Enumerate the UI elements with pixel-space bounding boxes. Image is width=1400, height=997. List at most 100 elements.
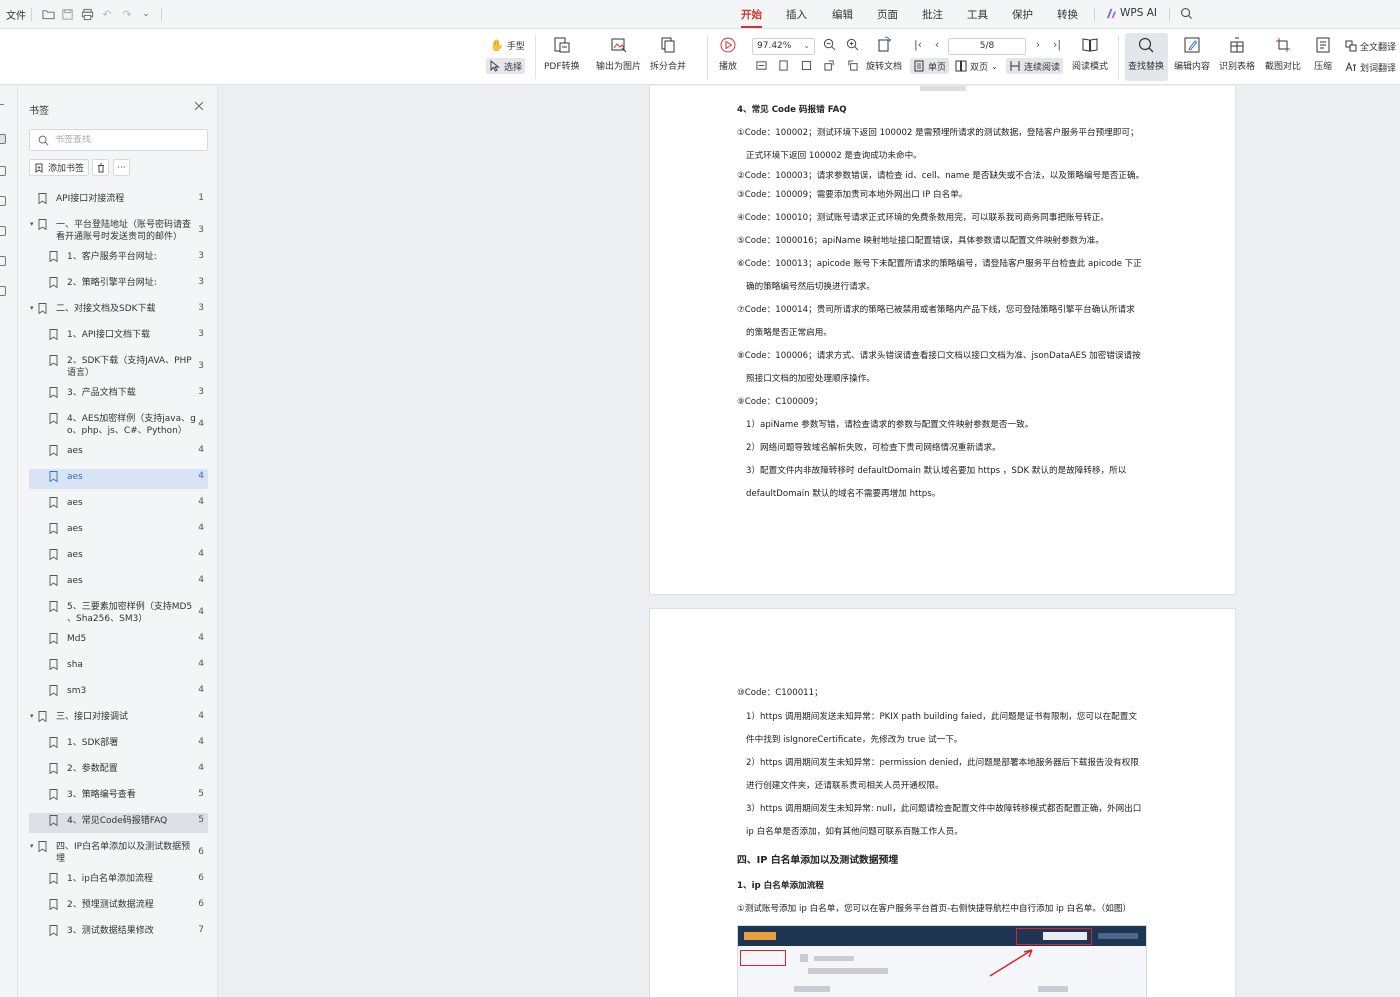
fit-page-icon[interactable] <box>776 60 790 76</box>
tab-tools[interactable]: 工具 <box>967 7 988 22</box>
rotate-left-icon[interactable] <box>822 60 836 76</box>
delete-bookmark-button[interactable] <box>92 159 109 176</box>
bookmark-item[interactable]: 1、ip白名单添加流程 6 <box>29 871 208 891</box>
divider <box>1094 8 1095 21</box>
bookmark-item[interactable]: ▾ 二、对接文档及SDK下载 3 <box>29 301 208 321</box>
hand-tool-button[interactable]: ✋ 手型 <box>490 37 525 53</box>
next-page-icon[interactable]: › <box>1031 38 1045 54</box>
bookmark-item[interactable]: ▾ 四、IP白名单添加以及测试数据预埋 6 <box>29 839 208 869</box>
bookmark-item[interactable]: 1、客户服务平台网址: 3 <box>29 249 208 269</box>
bookmark-item[interactable]: 3、产品文档下载 3 <box>29 385 208 405</box>
export-image-button[interactable]: 输出为图片 <box>596 35 641 72</box>
bookmark-item[interactable]: 2、SDK下载（支持JAVA、PHP 语言） 3 <box>29 353 208 383</box>
bookmark-search-input[interactable] <box>55 135 195 145</box>
bookmark-item[interactable]: Md5 4 <box>29 631 208 651</box>
bookmark-item[interactable]: ▾ 一、平台登陆地址（账号密码请查 看开通账号时发送责司的邮件） 3 <box>29 217 208 247</box>
bookmark-icon <box>49 523 58 534</box>
expand-arrow-icon[interactable]: ▾ <box>30 842 38 850</box>
read-mode-button[interactable]: 阅读模式 <box>1072 35 1108 72</box>
compress-button[interactable]: 压缩 <box>1313 35 1333 72</box>
bookmark-item[interactable]: sm3 4 <box>29 683 208 703</box>
translate-icon <box>1345 40 1357 52</box>
find-replace-button[interactable]: 查找替换 <box>1128 35 1164 72</box>
pdf-convert-button[interactable]: PDF转换 <box>544 35 580 72</box>
bookmark-item[interactable]: sha 4 <box>29 657 208 677</box>
tab-insert[interactable]: 插入 <box>786 7 807 22</box>
bookmark-item[interactable]: 4、AES加密样例（支持java、g o、php、js、C#、Python） 4 <box>29 411 208 441</box>
expand-arrow-icon[interactable]: ▾ <box>30 220 38 228</box>
wps-ai-button[interactable]: WPS AI <box>1106 7 1157 19</box>
tab-page[interactable]: 页面 <box>877 7 898 22</box>
bookmark-item[interactable]: aes 4 <box>29 547 208 567</box>
fit-width-icon[interactable] <box>754 60 768 76</box>
chevron-down-icon[interactable]: ⌄ <box>138 6 154 22</box>
expand-arrow-icon[interactable]: ▾ <box>30 304 38 312</box>
rotate-right-icon[interactable] <box>845 60 859 76</box>
bookmark-panel-icon[interactable] <box>0 134 6 144</box>
file-menu[interactable]: 文件 <box>6 7 26 22</box>
bookmark-item[interactable]: 1、SDK部署 4 <box>29 735 208 755</box>
bookmark-item[interactable]: 2、参数配置 4 <box>29 761 208 781</box>
annotation-panel-icon[interactable] <box>0 196 6 206</box>
word-translate-button[interactable]: 划词翻译 <box>1345 59 1396 75</box>
open-folder-icon[interactable] <box>40 6 56 22</box>
add-bookmark-button[interactable]: 添加书签 <box>29 159 90 176</box>
bookmark-item[interactable]: API接口对接流程 1 <box>29 191 208 211</box>
tab-convert[interactable]: 转换 <box>1057 7 1078 22</box>
undo-icon[interactable]: ↶ <box>99 6 115 22</box>
bookmark-item[interactable]: 5、三要素加密样例（支持MD5 、Sha256、SM3） 4 <box>29 599 208 629</box>
redo-icon[interactable]: ↷ <box>119 6 135 22</box>
layers-panel-icon[interactable] <box>0 256 6 266</box>
attachment-panel-icon[interactable] <box>0 226 6 236</box>
tab-protect[interactable]: 保护 <box>1012 7 1033 22</box>
split-merge-button[interactable]: 拆分合并 <box>650 35 686 72</box>
expand-arrow-icon[interactable]: ▾ <box>30 712 38 720</box>
bookmark-item[interactable]: 1、API接口文档下载 3 <box>29 327 208 347</box>
first-page-icon[interactable]: |‹ <box>911 38 925 54</box>
tab-start[interactable]: 开始 <box>741 7 762 28</box>
bookmark-item[interactable]: aes 4 <box>29 469 208 489</box>
continuous-read-button[interactable]: 连续阅读 <box>1006 58 1064 74</box>
select-tool-button[interactable]: 选择 <box>486 58 526 74</box>
play-button[interactable]: 播放 <box>718 35 738 72</box>
bookmark-icon <box>49 549 58 560</box>
rotate-doc-button[interactable]: 旋转文档 <box>866 35 902 72</box>
search-icon[interactable] <box>1180 7 1194 21</box>
bookmark-item[interactable]: 4、常见Code码报错FAQ 5 <box>29 813 208 833</box>
menu-icon[interactable] <box>0 104 4 105</box>
edit-content-button[interactable]: 编辑内容 <box>1174 35 1210 72</box>
screenshot-compare-button[interactable]: 截图对比 <box>1265 35 1301 72</box>
bookmark-item[interactable]: 2、预埋测试数据流程 6 <box>29 897 208 917</box>
print-icon[interactable] <box>79 6 95 22</box>
actual-size-icon[interactable] <box>799 60 813 76</box>
zoom-select[interactable]: 97.42% ⌄ <box>752 38 815 55</box>
document-viewport[interactable]: 4、常见 Code 码报错 FAQ ①Code：100002；测试环境下返回 10… <box>219 86 1400 997</box>
zoom-in-icon[interactable] <box>845 38 859 54</box>
single-page-button[interactable]: 单页 <box>910 58 950 74</box>
page-number-input[interactable]: 5/8 <box>948 38 1026 55</box>
recognize-table-button[interactable]: 识别表格 <box>1219 35 1255 72</box>
bookmark-item[interactable]: 3、测试数据结果修改 7 <box>29 923 208 943</box>
save-icon[interactable] <box>59 6 75 22</box>
bookmark-item[interactable]: ▾ 三、接口对接调试 4 <box>29 709 208 729</box>
bookmark-icon <box>49 445 58 456</box>
zoom-out-icon[interactable] <box>822 38 836 54</box>
full-translate-button[interactable]: 全文翻译 <box>1345 38 1396 54</box>
bookmark-item[interactable]: aes 4 <box>29 521 208 541</box>
thumbnail-panel-icon[interactable] <box>0 166 6 176</box>
prev-page-icon[interactable]: ‹ <box>930 38 944 54</box>
tab-comment[interactable]: 批注 <box>922 7 943 22</box>
bookmark-item[interactable]: 2、策略引擎平台网址: 3 <box>29 275 208 295</box>
double-page-button[interactable]: 双页 ⌄ <box>955 58 998 74</box>
more-options-button[interactable]: ··· <box>113 159 130 176</box>
last-page-icon[interactable]: ›| <box>1050 38 1064 54</box>
tab-edit[interactable]: 编辑 <box>832 7 853 22</box>
export-image-label: 输出为图片 <box>596 62 642 72</box>
screenshot-compare-icon <box>1273 35 1293 55</box>
search-panel-icon[interactable] <box>0 286 6 296</box>
bookmark-item[interactable]: aes 4 <box>29 495 208 515</box>
bookmark-item[interactable]: aes 4 <box>29 573 208 593</box>
bookmark-item[interactable]: 3、策略编号查看 5 <box>29 787 208 807</box>
close-icon[interactable] <box>194 101 204 111</box>
bookmark-item[interactable]: aes 4 <box>29 443 208 463</box>
